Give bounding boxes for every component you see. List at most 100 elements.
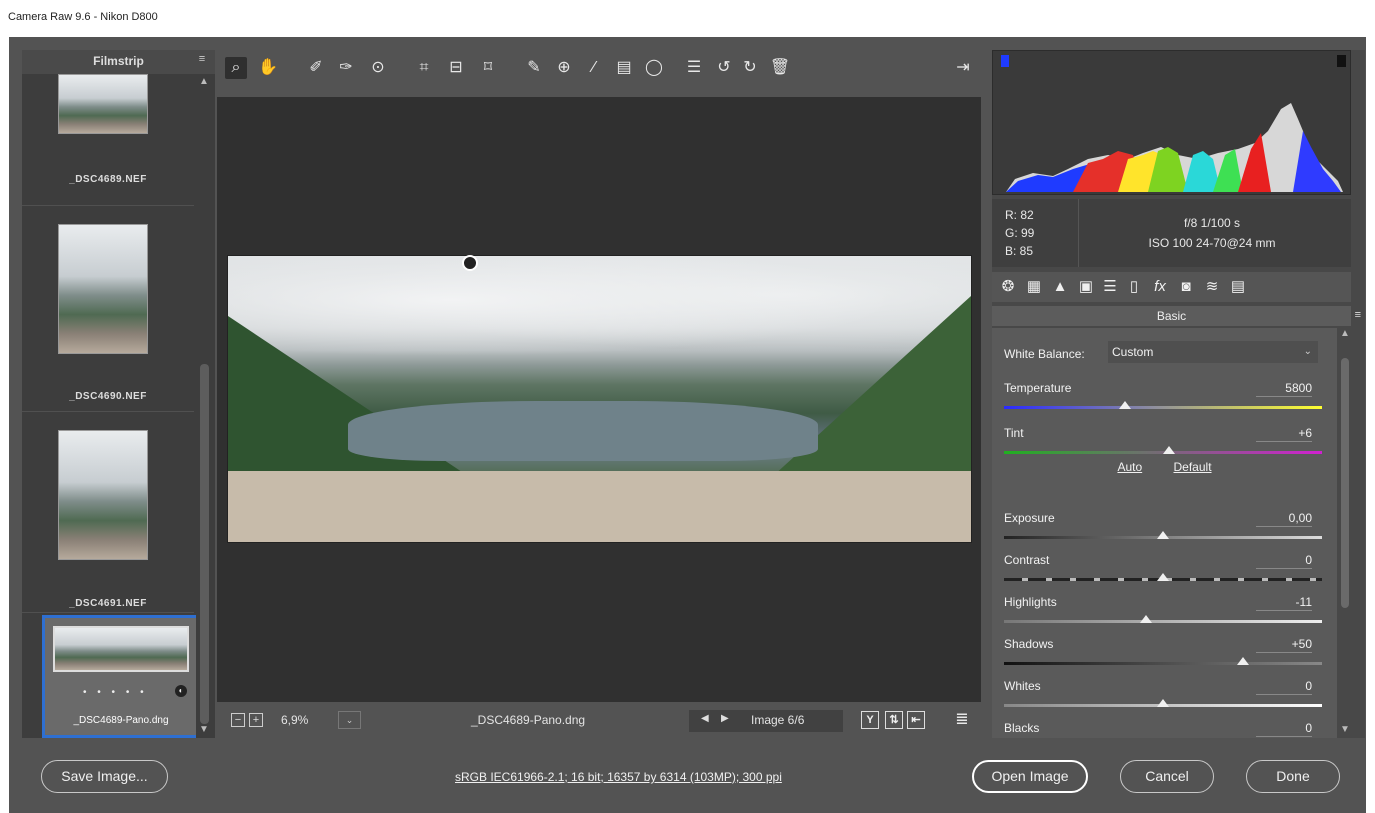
filmstrip-scrollbar[interactable]: ▲ ▼ xyxy=(196,74,213,738)
zoom-tool-icon[interactable]: ⌕ xyxy=(225,57,247,79)
slider-knob[interactable] xyxy=(1157,573,1169,581)
red-eye-tool-icon[interactable]: ⊕ xyxy=(553,57,575,79)
tab-hsl-icon[interactable]: ▣ xyxy=(1076,277,1096,297)
copy-settings-icon[interactable]: ⇤ xyxy=(907,711,925,729)
zoom-out-icon[interactable]: − xyxy=(231,713,245,727)
temperature-slider[interactable]: Temperature 5800 xyxy=(1004,381,1322,423)
shadows-slider[interactable]: Shadows +50 xyxy=(1004,637,1322,679)
tab-lens-corrections-icon[interactable]: ▯ xyxy=(1124,277,1144,297)
previous-image-icon[interactable]: ◀ xyxy=(701,713,709,724)
slider-track[interactable] xyxy=(1004,620,1322,623)
scroll-down-icon[interactable]: ▼ xyxy=(1340,724,1350,735)
tab-presets-icon[interactable]: ≋ xyxy=(1202,277,1222,297)
scroll-up-icon[interactable]: ▲ xyxy=(1340,328,1350,339)
contrast-slider[interactable]: Contrast 0 xyxy=(1004,553,1322,595)
filmstrip-item[interactable]: _DSC4691.NEF xyxy=(22,413,194,613)
white-balance-select[interactable]: Custom ⌄ xyxy=(1108,341,1318,363)
graduated-filter-icon[interactable]: ▤ xyxy=(613,57,635,79)
white-balance-tool-icon[interactable]: ✐ xyxy=(305,57,327,79)
camera-raw-dialog: Filmstrip ≡ _DSC4689.NEF _DSC4690.NEF _D… xyxy=(9,37,1366,813)
filmstrip-item[interactable]: _DSC4689.NEF xyxy=(22,74,194,206)
adjustment-brush-icon[interactable]: ⁄ xyxy=(583,57,605,79)
rating-dots[interactable]: • • • • • xyxy=(83,687,148,698)
radial-filter-icon[interactable]: ◯ xyxy=(643,57,665,79)
filmstrip-title: Filmstrip xyxy=(93,54,144,68)
slider-knob[interactable] xyxy=(1157,699,1169,707)
filmstrip-item-selected[interactable]: • • • • • ◐ _DSC4689-Pano.dng xyxy=(42,615,200,738)
tab-split-toning-icon[interactable]: ☰ xyxy=(1100,277,1120,297)
fullscreen-icon[interactable]: ⇥ xyxy=(952,57,974,79)
blacks-slider[interactable]: Blacks 0 xyxy=(1004,721,1322,738)
highlights-slider[interactable]: Highlights -11 xyxy=(1004,595,1322,637)
tab-basic-icon[interactable]: ❂ xyxy=(998,277,1018,297)
window-title: Camera Raw 9.6 - Nikon D800 xyxy=(0,0,1375,36)
delete-icon[interactable]: 🗑 xyxy=(769,57,791,79)
panel-tabs: ❂ ▦ ▲ ▣ ☰ ▯ fx ◙ ≋ ▤ xyxy=(992,272,1351,302)
tab-tone-curve-icon[interactable]: ▦ xyxy=(1024,277,1044,297)
scrollbar-thumb[interactable] xyxy=(1341,358,1349,608)
slider-value[interactable]: -11 xyxy=(1256,595,1312,611)
slider-label: Whites xyxy=(1004,679,1041,693)
slider-knob[interactable] xyxy=(1157,531,1169,539)
slider-knob[interactable] xyxy=(1118,401,1131,409)
preview-image[interactable] xyxy=(227,255,972,543)
slider-label: Shadows xyxy=(1004,637,1054,651)
whites-slider[interactable]: Whites 0 xyxy=(1004,679,1322,721)
panel-menu-icon[interactable]: ≡ xyxy=(1355,309,1361,321)
slider-value[interactable]: 0 xyxy=(1256,721,1312,737)
tab-detail-icon[interactable]: ▲ xyxy=(1050,277,1070,297)
zoom-dropdown[interactable]: ⌄ xyxy=(338,711,361,729)
preview-canvas[interactable] xyxy=(217,97,981,702)
tab-effects-icon[interactable]: fx xyxy=(1150,277,1170,297)
color-sampler-tool-icon[interactable]: ✑ xyxy=(335,57,357,79)
scroll-up-icon[interactable]: ▲ xyxy=(199,76,209,87)
slider-value[interactable]: +6 xyxy=(1256,426,1312,442)
slider-value[interactable]: 0 xyxy=(1256,553,1312,569)
cancel-button[interactable]: Cancel xyxy=(1120,760,1214,793)
slider-track[interactable] xyxy=(1004,406,1322,409)
transform-tool-icon[interactable]: ⌑ xyxy=(477,57,499,79)
spot-removal-tool-icon[interactable]: ✎ xyxy=(523,57,545,79)
straighten-tool-icon[interactable]: ⊟ xyxy=(445,57,467,79)
rotate-left-icon[interactable]: ↺ xyxy=(713,57,735,79)
filmstrip-item[interactable]: _DSC4690.NEF xyxy=(22,207,194,412)
preferences-icon[interactable]: ☰ xyxy=(683,57,705,79)
white-balance-value: Custom xyxy=(1112,345,1154,359)
preview-preferences-icon[interactable]: ≣ xyxy=(951,709,973,731)
tab-snapshots-icon[interactable]: ▤ xyxy=(1228,277,1248,297)
save-image-button[interactable]: Save Image... xyxy=(41,760,168,793)
slider-label: Tint xyxy=(1004,426,1024,440)
rotate-right-icon[interactable]: ↻ xyxy=(739,57,761,79)
slider-value[interactable]: 0 xyxy=(1256,679,1312,695)
slider-label: Temperature xyxy=(1004,381,1072,395)
slider-value[interactable]: 0,00 xyxy=(1256,511,1312,527)
scrollbar-thumb[interactable] xyxy=(200,364,209,724)
default-link[interactable]: Default xyxy=(1174,460,1212,474)
slider-knob[interactable] xyxy=(1139,615,1152,623)
toolbar: ⌕ ✋ ✐ ✑ ⊙ ⌗ ⊟ ⌑ ✎ ⊕ ⁄ ▤ ◯ ☰ ↺ ↻ 🗑 ⇥ xyxy=(217,50,981,86)
zoom-in-icon[interactable]: + xyxy=(249,713,263,727)
open-image-button[interactable]: Open Image xyxy=(972,760,1088,793)
before-after-toggle[interactable]: Y xyxy=(861,711,879,729)
exposure-slider[interactable]: Exposure 0,00 xyxy=(1004,511,1322,553)
filmstrip-menu-icon[interactable]: ≡ xyxy=(197,54,207,65)
slider-value[interactable]: 5800 xyxy=(1256,381,1312,397)
slider-knob[interactable] xyxy=(1236,657,1249,665)
slider-label: Contrast xyxy=(1004,553,1050,567)
slider-value[interactable]: +50 xyxy=(1256,637,1312,653)
workflow-options-link[interactable]: sRGB IEC61966-2.1; 16 bit; 16357 by 6314… xyxy=(455,770,782,784)
hand-tool-icon[interactable]: ✋ xyxy=(257,57,279,79)
next-image-icon[interactable]: ▶ xyxy=(721,713,729,724)
auto-link[interactable]: Auto xyxy=(1117,460,1142,474)
targeted-adjustment-tool-icon[interactable]: ⊙ xyxy=(367,57,389,79)
scroll-down-icon[interactable]: ▼ xyxy=(199,724,209,735)
filmstrip-header: Filmstrip ≡ xyxy=(22,50,215,74)
iso-lens: ISO 100 24-70@24 mm xyxy=(1148,236,1276,250)
swap-settings-icon[interactable]: ⇅ xyxy=(885,711,903,729)
panel-scrollbar[interactable]: ▲ ▼ xyxy=(1339,328,1351,738)
crop-tool-icon[interactable]: ⌗ xyxy=(413,57,435,79)
slider-track[interactable] xyxy=(1004,662,1322,665)
done-button[interactable]: Done xyxy=(1246,760,1340,793)
tab-camera-calibration-icon[interactable]: ◙ xyxy=(1176,277,1196,297)
slider-knob[interactable] xyxy=(1163,446,1176,454)
